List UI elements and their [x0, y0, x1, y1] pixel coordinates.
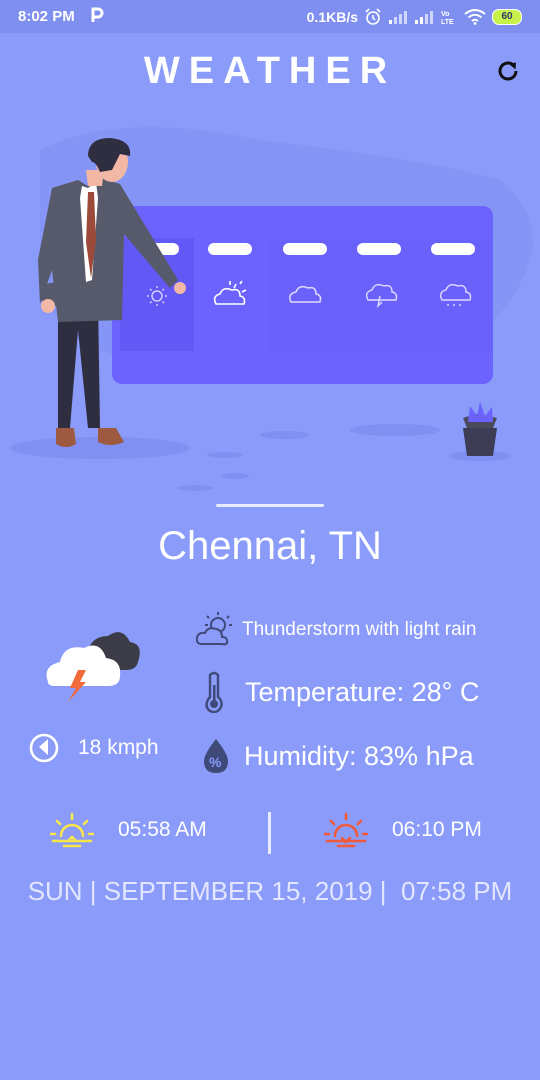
thermometer-icon	[205, 671, 223, 713]
sunrise-row: 05:58 AM	[50, 810, 207, 850]
network-speed: 0.1KB/s	[306, 9, 358, 25]
plant-icon	[463, 402, 497, 456]
status-right: 0.1KB/s Vo LTE 60	[307, 8, 522, 26]
volte-icon: Vo LTE	[441, 11, 454, 25]
condition-row: Thunderstorm with light rain	[194, 610, 476, 650]
status-time: 8:02 PM	[18, 8, 75, 25]
app-title: WEATHER	[143, 50, 397, 92]
storm-cloud-icon	[46, 632, 140, 702]
refresh-icon[interactable]	[495, 58, 521, 84]
signal-icon	[389, 11, 407, 24]
weather-illustration	[10, 127, 533, 491]
signal-icon	[415, 11, 433, 24]
city-name: Chennai, TN	[158, 524, 382, 568]
date-time-line: SUN | SEPTEMBER 15, 2019 | 07:58 PM	[27, 876, 513, 906]
battery-icon: 60	[492, 9, 522, 25]
sunset-icon	[324, 812, 368, 848]
svg-text:LTE: LTE	[441, 19, 454, 25]
sunrise-icon	[50, 812, 94, 848]
p-icon	[91, 7, 104, 22]
temperature-text: Temperature: 28° C	[245, 676, 480, 707]
humidity-text: Humidity: 83% hPa	[244, 740, 474, 771]
sunrise-time: 05:58 AM	[118, 818, 207, 841]
wind-row: 18 kmph	[28, 732, 159, 764]
wind-direction-icon	[29, 733, 59, 763]
sunset-row: 06:10 PM	[324, 810, 482, 850]
temperature-row: Temperature: 28° C	[203, 671, 479, 713]
section-divider	[216, 504, 324, 507]
humidity-row: % Humidity: 83% hPa	[202, 738, 474, 774]
status-bar: 8:02 PM 0.1KB/s Vo LTE 60	[0, 0, 540, 33]
alarm-icon	[365, 8, 381, 25]
wind-speed: 18 kmph	[78, 736, 159, 759]
sunset-time: 06:10 PM	[392, 818, 482, 841]
humidity-icon: %	[204, 739, 228, 773]
svg-text:%: %	[209, 754, 222, 770]
condition-text: Thunderstorm with light rain	[242, 619, 477, 640]
partly-cloudy-icon	[195, 612, 232, 646]
sun-separator	[268, 812, 271, 854]
wifi-icon	[464, 9, 486, 25]
svg-text:Vo: Vo	[441, 11, 449, 18]
